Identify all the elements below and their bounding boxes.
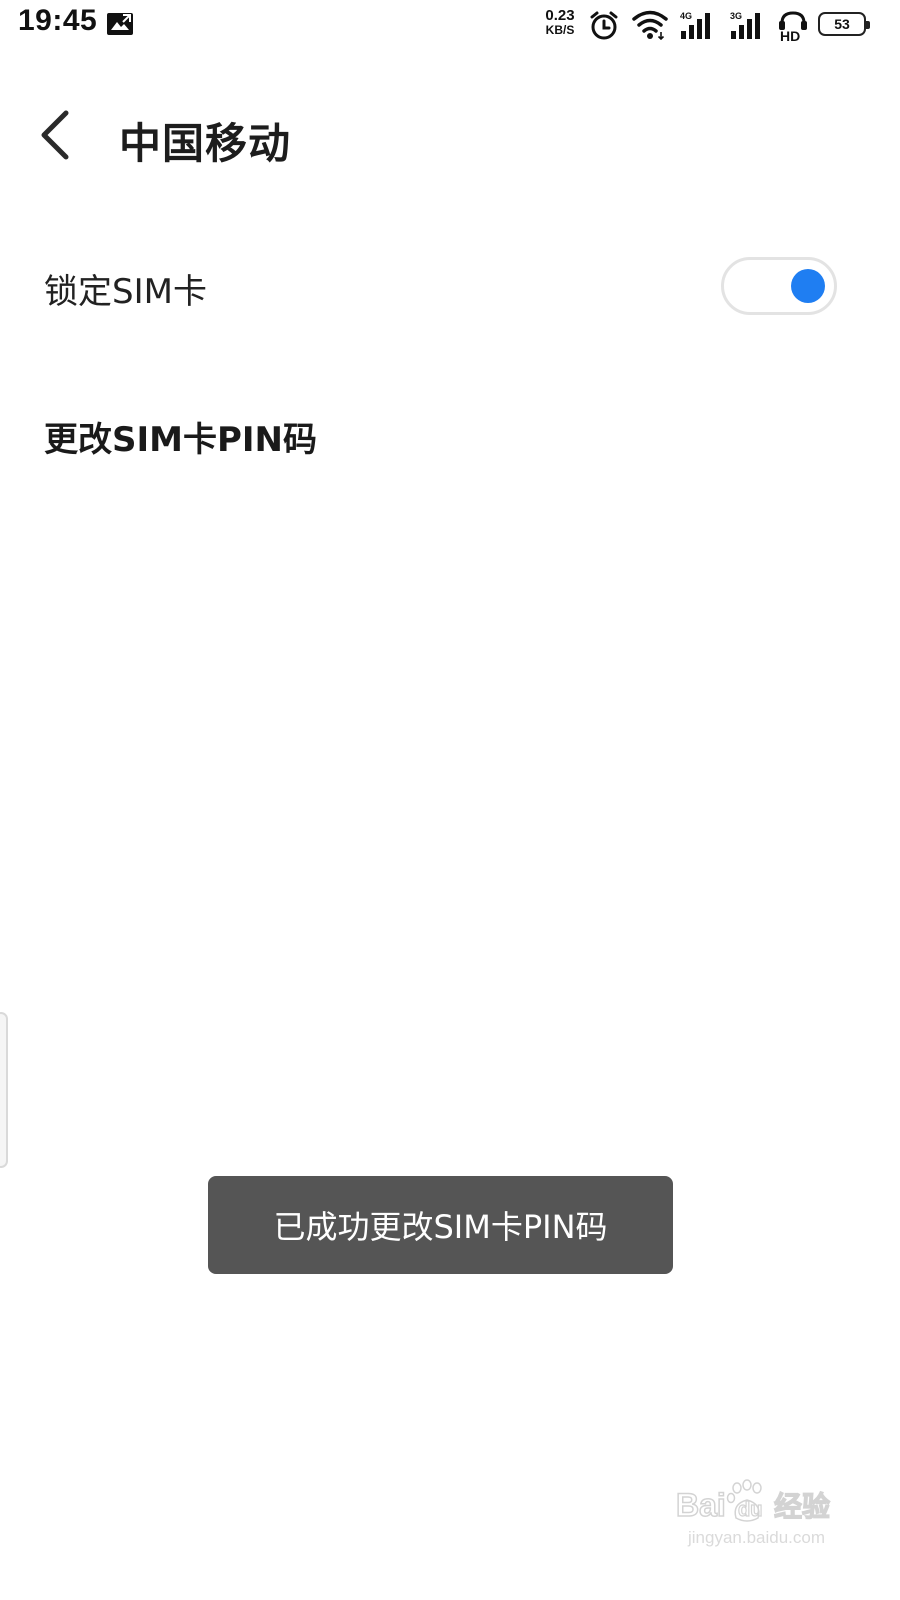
watermark-url: jingyan.baidu.com [687, 1528, 826, 1547]
status-bar: 19:45 0.23 KB/S 4G 3G HD 53 [0, 0, 900, 50]
toast-message: 已成功更改SIM卡PIN码 [273, 1208, 608, 1246]
back-button[interactable] [36, 108, 86, 166]
edge-swipe-handle[interactable] [0, 1012, 8, 1168]
change-pin-row[interactable]: 更改SIM卡PIN码 [0, 400, 900, 470]
signal-3g-icon: 3G [728, 10, 768, 42]
network-speed-unit: KB/S [545, 23, 575, 37]
battery-percent: 53 [834, 16, 850, 32]
lock-sim-toggle[interactable] [721, 257, 837, 315]
network-speed-value: 0.23 [545, 7, 575, 24]
signal-4g-icon: 4G [678, 10, 718, 42]
baidu-logo-icon: Bai du 经验 [675, 1479, 831, 1524]
screen: 19:45 0.23 KB/S 4G 3G HD 53 中国移动 锁定SIM卡 … [0, 0, 900, 1600]
hd-label: HD [780, 28, 800, 42]
image-notification-icon [106, 12, 134, 36]
status-time: 19:45 [18, 4, 98, 37]
svg-text:Bai: Bai [676, 1487, 726, 1523]
page-title: 中国移动 [119, 119, 292, 168]
signal1-tech-label: 4G [680, 11, 692, 21]
lock-sim-row[interactable]: 锁定SIM卡 [0, 240, 900, 330]
change-pin-label: 更改SIM卡PIN码 [44, 420, 317, 460]
lock-sim-label: 锁定SIM卡 [44, 272, 207, 312]
signal2-tech-label: 3G [730, 11, 742, 21]
wifi-icon [632, 10, 668, 41]
svg-text:du: du [738, 1499, 762, 1521]
toast: 已成功更改SIM卡PIN码 [208, 1176, 673, 1274]
alarm-icon [588, 10, 620, 42]
battery-icon: 53 [818, 12, 870, 36]
network-speed: 0.23 KB/S [540, 7, 580, 37]
hd-voice-icon: HD [776, 10, 810, 44]
toggle-knob [791, 269, 825, 303]
chevron-left-icon [36, 109, 70, 165]
svg-text:经验: 经验 [774, 1490, 830, 1523]
baidu-jingyan-watermark: Bai du 经验 jingyan.baidu.com [674, 1468, 844, 1558]
